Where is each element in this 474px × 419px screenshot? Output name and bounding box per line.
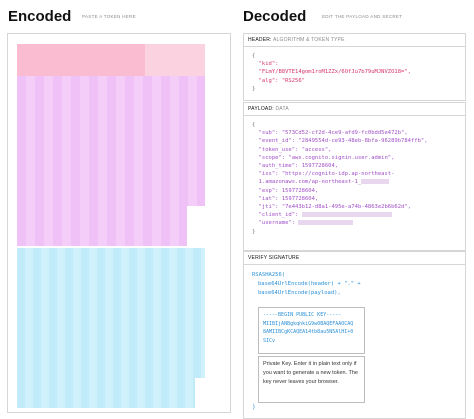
public-key-line: 8AMIIBCgKCAQEA14tb8au5N5AlHI+0: [263, 329, 354, 335]
signature-header-encode: base64UrlEncode(header) + "." +: [258, 281, 361, 287]
payload-key: "iat":: [258, 195, 279, 202]
header-json-editor[interactable]: { "kid": "FLmY/B8VTE14gom1roM1ZZx/6OfJu7…: [244, 47, 465, 98]
public-key-input[interactable]: -----BEGIN PUBLIC KEY----- MIIBIjANBgkqh…: [258, 307, 365, 354]
signature-algorithm: RSASHA256(: [252, 272, 286, 278]
header-alg-value: "RS256": [281, 77, 305, 84]
token-signature-segment: [17, 248, 205, 408]
payload-section-label: PAYLOAD: DATA: [244, 103, 465, 116]
payload-key: "exp":: [258, 187, 279, 194]
payload-value: "2849554d-ce93-48eb-8bfa-96289b784ffb",: [298, 138, 428, 145]
encoded-title: Encoded: [8, 8, 72, 25]
payload-label-sub: DATA: [275, 106, 289, 112]
signature-close-paren: ): [252, 404, 256, 411]
payload-value: "7e443b12-d8a1-495e-a74b-4863e2b6b62d",: [281, 204, 411, 211]
header-kid-value: "FLmY/B8VTE14gom1roM1ZZx/6OfJu7b79uMJNVZ…: [258, 69, 411, 76]
payload-key: "iss":: [258, 171, 279, 178]
header-close-brace: }: [252, 85, 256, 92]
header-label: HEADER:: [248, 37, 272, 43]
decoded-subtitle: EDIT THE PAYLOAD AND SECRET: [322, 14, 403, 19]
payload-value: "573Cd52-cf2d-4ce9-afd9-fc0bdd5e472b",: [281, 130, 408, 137]
header-open-brace: {: [252, 53, 256, 59]
payload-close-brace: }: [252, 228, 256, 235]
header-kid-key: "kid":: [258, 61, 279, 68]
header-section-label: HEADER: ALGORITHM & TOKEN TYPE: [244, 34, 465, 47]
redacted-block: [361, 179, 390, 185]
payload-label: PAYLOAD:: [248, 106, 274, 112]
payload-key: "event_id":: [258, 138, 296, 145]
payload-key: "scope":: [258, 154, 286, 161]
payload-value: "aws.cognito.signin.user.admin",: [288, 154, 395, 161]
payload-key: "username":: [258, 220, 296, 227]
payload-json-editor[interactable]: { "sub": "573Cd52-cf2d-4ce9-afd9-fc0bdd5…: [244, 116, 465, 241]
payload-value: 1597728604,: [281, 195, 319, 202]
verify-section-label: VERIFY SIGNATURE: [244, 252, 465, 265]
header-alg-key: "alg":: [258, 77, 279, 84]
header-section: HEADER: ALGORITHM & TOKEN TYPE { "kid": …: [243, 33, 466, 101]
decoded-title: Decoded: [243, 8, 307, 25]
payload-value: "access",: [301, 146, 332, 153]
token-payload-segment: [17, 76, 205, 246]
payload-section: PAYLOAD: DATA { "sub": "573Cd52-cf2d-4ce…: [243, 102, 466, 251]
redacted-block: [301, 212, 392, 218]
token-header-segment: [17, 44, 205, 76]
payload-key: "client_id":: [258, 212, 299, 219]
payload-key: "token_use":: [258, 146, 299, 153]
payload-value: 1.amazonaws.com/ap-northeast-1_: [258, 179, 362, 186]
public-key-line: MIIBIjANBgkqhkiG9w0BAQEFAAOCAQ: [263, 320, 354, 327]
payload-key: "jti":: [258, 204, 279, 211]
redacted-block: [298, 220, 354, 226]
payload-key: "auth_time":: [258, 163, 299, 170]
header-label-sub: ALGORITHM & TOKEN TYPE: [272, 37, 345, 43]
payload-value: 1597728604,: [301, 163, 339, 170]
signature-payload-encode: base64UrlEncode(payload),: [258, 290, 341, 296]
payload-value: "https://cognito-idp.ap-northeast-: [281, 171, 395, 178]
signature-formula: RSASHA256( base64UrlEncode(header) + "."…: [244, 265, 465, 304]
public-key-line: -----BEGIN PUBLIC KEY-----: [263, 312, 342, 318]
encoded-subtitle: PASTE A TOKEN HERE: [82, 14, 136, 19]
payload-value: 1597728604,: [281, 187, 319, 194]
public-key-line: SICv: [263, 337, 276, 344]
payload-key: "sub":: [258, 130, 279, 137]
private-key-input[interactable]: Private Key. Enter it in plain text only…: [258, 356, 365, 403]
verify-signature-section: VERIFY SIGNATURE RSASHA256( base64UrlEnc…: [243, 251, 466, 419]
payload-open-brace: {: [252, 122, 256, 128]
encoded-token-textarea[interactable]: [7, 33, 231, 413]
